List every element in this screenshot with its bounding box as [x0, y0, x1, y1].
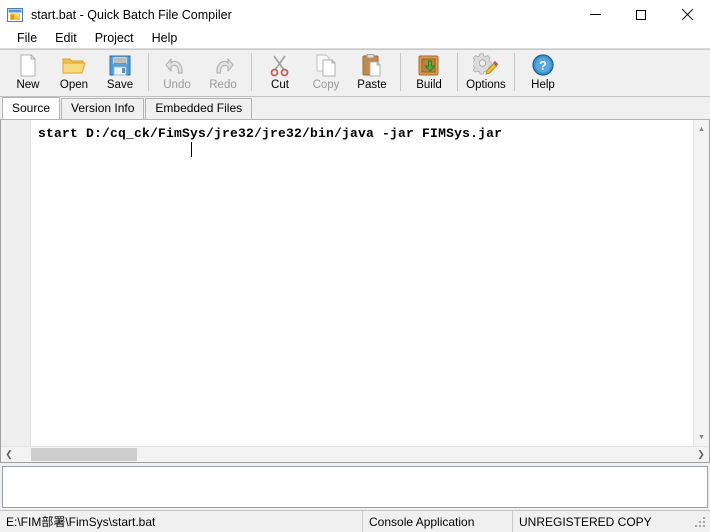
scroll-left-arrow-icon[interactable]: ❮: [1, 447, 17, 462]
scissors-icon: [267, 53, 293, 78]
toolbar-separator: [400, 53, 401, 91]
build-button-label: Build: [416, 79, 442, 91]
tab-source[interactable]: Source: [2, 97, 61, 119]
menu-item-file[interactable]: File: [8, 30, 46, 47]
copy-button-label: Copy: [312, 79, 340, 91]
menu-item-edit[interactable]: Edit: [46, 30, 86, 47]
redo-button-label: Redo: [209, 79, 237, 91]
code-line: start D:/cq_ck/FimSys/jre32/jre32/bin/ja…: [38, 126, 503, 141]
new-button[interactable]: New: [5, 50, 51, 96]
help-button[interactable]: ? Help: [520, 50, 566, 96]
title-bar: start.bat - Quick Batch File Compiler: [0, 0, 710, 29]
save-button-label: Save: [106, 79, 134, 91]
minimize-icon: [589, 14, 601, 15]
menu-item-help[interactable]: Help: [143, 30, 187, 47]
horizontal-scrollbar[interactable]: ❮ ❯: [1, 446, 709, 462]
close-button[interactable]: [664, 0, 710, 29]
new-document-icon: [15, 53, 41, 78]
undo-arrow-icon: [164, 53, 190, 78]
toolbar: New Open Save Undo Redo Cut Copy Paste B…: [0, 49, 710, 97]
options-button-label: Options: [466, 79, 506, 91]
paste-button[interactable]: Paste: [349, 50, 395, 96]
cut-button[interactable]: Cut: [257, 50, 303, 96]
app-window-icon: [7, 7, 23, 23]
text-caret: [191, 142, 192, 157]
toolbar-separator: [514, 53, 515, 91]
menu-bar: File Edit Project Help: [0, 29, 710, 49]
scroll-down-arrow-icon[interactable]: ▼: [694, 430, 710, 444]
clipboard-icon: [359, 53, 385, 78]
scroll-right-arrow-icon[interactable]: ❯: [693, 447, 709, 462]
application-window: start.bat - Quick Batch File Compiler Fi…: [0, 0, 710, 532]
tab-strip: Source Version Info Embedded Files: [0, 97, 710, 119]
menu-item-project[interactable]: Project: [86, 30, 143, 47]
save-button[interactable]: Save: [97, 50, 143, 96]
status-registration: UNREGISTERED COPY: [519, 514, 652, 529]
help-question-icon: ?: [530, 53, 556, 78]
toolbar-separator: [457, 53, 458, 91]
copy-pages-icon: [313, 53, 339, 78]
toolbar-separator: [148, 53, 149, 91]
svg-text:?: ?: [539, 58, 547, 73]
gear-pencil-icon: [471, 53, 499, 78]
status-file-path: E:\FIM部署\FimSys\start.bat: [0, 511, 363, 532]
scroll-up-arrow-icon[interactable]: ▲: [694, 122, 710, 136]
paste-button-label: Paste: [357, 79, 387, 91]
vertical-scrollbar[interactable]: ▲ ▼: [693, 120, 709, 446]
editor-gutter: [1, 120, 31, 446]
build-button[interactable]: Build: [406, 50, 452, 96]
build-box-icon: [416, 53, 442, 78]
window-title: start.bat - Quick Batch File Compiler: [31, 7, 232, 22]
tab-version-info[interactable]: Version Info: [61, 98, 145, 119]
editor-body: start D:/cq_ck/FimSys/jre32/jre32/bin/ja…: [1, 120, 709, 446]
open-button-label: Open: [59, 79, 89, 91]
open-button[interactable]: Open: [51, 50, 97, 96]
horizontal-scroll-thumb[interactable]: [31, 448, 137, 461]
cut-button-label: Cut: [271, 79, 289, 91]
copy-button[interactable]: Copy: [303, 50, 349, 96]
code-area[interactable]: start D:/cq_ck/FimSys/jre32/jre32/bin/ja…: [31, 120, 693, 446]
status-bar: E:\FIM部署\FimSys\start.bat Console Applic…: [0, 510, 710, 532]
resize-grip-icon[interactable]: [694, 516, 708, 530]
horizontal-scroll-track[interactable]: [17, 447, 693, 462]
options-button[interactable]: Options: [463, 50, 509, 96]
open-folder-icon: [61, 53, 87, 78]
redo-button[interactable]: Redo: [200, 50, 246, 96]
help-button-label: Help: [531, 79, 555, 91]
close-icon: [681, 9, 693, 21]
new-button-label: New: [16, 79, 40, 91]
undo-button-label: Undo: [163, 79, 191, 91]
maximize-button[interactable]: [618, 0, 664, 29]
status-app-type: Console Application: [363, 511, 513, 532]
undo-button[interactable]: Undo: [154, 50, 200, 96]
output-panel: [2, 466, 708, 508]
minimize-button[interactable]: [572, 0, 618, 29]
maximize-icon: [636, 9, 646, 20]
source-editor: start D:/cq_ck/FimSys/jre32/jre32/bin/ja…: [0, 119, 710, 463]
redo-arrow-icon: [210, 53, 236, 78]
tab-embedded-files[interactable]: Embedded Files: [145, 98, 253, 119]
toolbar-separator: [251, 53, 252, 91]
save-floppy-icon: [107, 53, 133, 78]
window-controls: [572, 0, 710, 29]
